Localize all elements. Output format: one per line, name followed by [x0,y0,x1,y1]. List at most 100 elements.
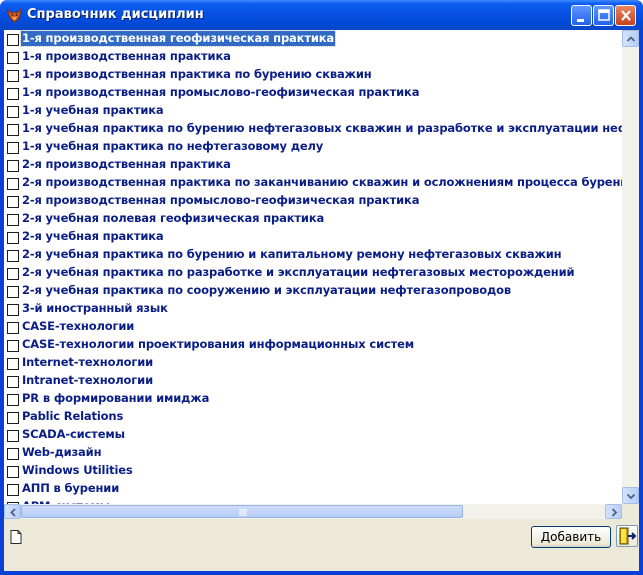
title-bar[interactable]: Справочник дисциплин [0,0,643,30]
chevron-down-icon [626,493,636,500]
window-title: Справочник дисциплин [27,7,204,22]
list-item[interactable]: 2-я учебная практика по сооружению и экс… [4,282,624,300]
minimize-icon [577,19,584,22]
item-label: АПП в бурении [22,481,120,495]
item-checkbox[interactable] [7,430,19,442]
item-label: 2-я учебная практика [22,229,164,243]
item-checkbox[interactable] [7,124,19,136]
list-item[interactable]: CASE-технологии проектирования информаци… [4,336,624,354]
discipline-list[interactable]: 1-я производственная геофизическая практ… [4,30,639,519]
chevron-up-icon [626,36,636,42]
list-item[interactable]: Web-дизайн [4,444,624,462]
exit-door-icon [619,527,637,545]
item-checkbox[interactable] [7,70,19,82]
list-item[interactable]: Intranet-технологии [4,372,624,390]
list-item[interactable]: 2-я производственная практика [4,156,624,174]
item-checkbox[interactable] [7,178,19,190]
scroll-up-button[interactable] [622,30,639,47]
list-item[interactable]: Pablic Relations [4,408,624,426]
item-checkbox[interactable] [7,448,19,460]
item-label: 2-я учебная полевая геофизическая практи… [22,211,325,225]
item-label: PR в формировании имиджа [22,391,210,405]
item-label: CASE-технологии проектирования информаци… [22,337,415,351]
item-checkbox[interactable] [7,484,19,496]
item-label: 1-я производственная промыслово-геофизич… [22,85,420,99]
item-label: Intranet-технологии [22,373,153,387]
fox-app-icon [6,7,23,24]
item-checkbox[interactable] [7,196,19,208]
item-checkbox[interactable] [7,394,19,406]
item-checkbox[interactable] [7,232,19,244]
list-item[interactable]: 1-я учебная практика [4,102,624,120]
vertical-scrollbar[interactable] [622,30,639,504]
item-label: 1-я производственная практика [22,49,231,63]
item-checkbox[interactable] [7,106,19,118]
list-item[interactable]: 1-я учебная практика по бурению нефтегаз… [4,120,639,138]
close-button[interactable] [615,5,636,26]
list-item[interactable]: 2-я учебная практика по бурению и капита… [4,246,624,264]
dictionary-window: Справочник дисциплин 1-я производственна… [0,0,643,575]
maximize-icon [598,9,610,21]
item-label: Windows Utilities [22,463,133,477]
list-item[interactable]: 1-я производственная геофизическая практ… [4,30,624,48]
list-item[interactable]: 2-я учебная полевая геофизическая практи… [4,210,624,228]
item-checkbox[interactable] [7,358,19,370]
item-checkbox[interactable] [7,52,19,64]
close-icon [621,10,631,21]
item-label: 1-я производственная геофизическая практ… [19,30,337,47]
list-item[interactable]: 1-я производственная практика [4,48,624,66]
list-item[interactable]: PR в формировании имиджа [4,390,624,408]
list-item[interactable]: 2-я учебная практика по разработке и экс… [4,264,624,282]
scroll-down-button[interactable] [622,487,639,504]
item-label: 1-я учебная практика по нефтегазовому де… [22,139,324,153]
scroll-right-button[interactable] [605,504,622,519]
list-item[interactable]: 2-я производственная практика по заканчи… [4,174,636,192]
item-label: Internet-технологии [22,355,154,369]
item-label: 2-я учебная практика по разработке и экс… [22,265,575,279]
item-checkbox[interactable] [7,322,19,334]
item-label: SCADA-системы [22,427,125,441]
add-button[interactable]: Добавить [531,526,611,548]
list-item[interactable]: Windows Utilities [4,462,624,480]
scroll-left-button[interactable] [4,504,21,519]
item-checkbox[interactable] [7,160,19,172]
list-item[interactable]: 2-я производственная промыслово-геофизич… [4,192,624,210]
exit-button[interactable] [616,525,638,547]
item-checkbox[interactable] [7,88,19,100]
item-label: Pablic Relations [22,409,124,423]
list-item[interactable]: CASE-технологии [4,318,624,336]
item-checkbox[interactable] [7,286,19,298]
horizontal-scroll-thumb[interactable] [21,505,463,518]
list-item[interactable]: Internet-технологии [4,354,624,372]
item-label: 2-я учебная практика по бурению и капита… [22,247,562,261]
horizontal-scrollbar[interactable] [4,504,622,519]
chevron-right-icon [611,508,618,517]
item-checkbox[interactable] [7,466,19,478]
item-checkbox[interactable] [7,340,19,352]
minimize-button[interactable] [571,5,592,26]
item-checkbox[interactable] [7,268,19,280]
list-item[interactable]: 3-й иностранный язык [4,300,624,318]
item-label: 3-й иностранный язык [22,301,168,315]
item-checkbox[interactable] [7,142,19,154]
item-label: 1-я учебная практика по бурению нефтегаз… [22,121,639,135]
item-checkbox[interactable] [7,214,19,226]
list-item[interactable]: 2-я учебная практика [4,228,624,246]
list-item[interactable]: 1-я производственная промыслово-геофизич… [4,84,624,102]
item-label: 1-я учебная практика [22,103,164,117]
list-item[interactable]: 1-я учебная практика по нефтегазовому де… [4,138,624,156]
list-item[interactable]: 1-я производственная практика по бурению… [4,66,624,84]
item-checkbox[interactable] [7,250,19,262]
item-checkbox[interactable] [7,34,19,46]
item-label: 2-я учебная практика по сооружению и экс… [22,283,511,297]
item-label: 2-я производственная практика по заканчи… [22,175,636,189]
document-icon[interactable] [10,529,22,548]
grip-icon [239,509,247,516]
item-label: 2-я производственная промыслово-геофизич… [22,193,420,207]
item-checkbox[interactable] [7,376,19,388]
list-item[interactable]: SCADA-системы [4,426,624,444]
list-item[interactable]: АПП в бурении [4,480,624,498]
item-checkbox[interactable] [7,412,19,424]
item-checkbox[interactable] [7,304,19,316]
maximize-button[interactable] [593,5,614,26]
